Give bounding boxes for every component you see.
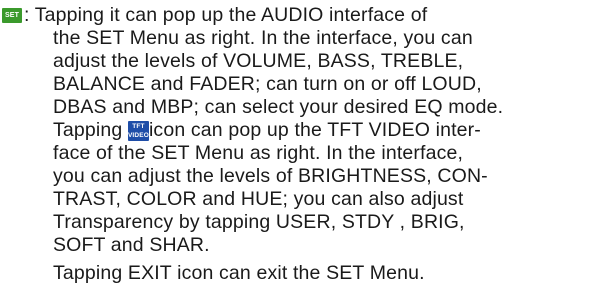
text-line-8: you can adjust the levels of BRIGHTNESS,… [53, 165, 488, 187]
text-line-5: DBAS and MBP; can select your desired EQ… [53, 96, 504, 118]
text-line-10: Transparency by tapping USER, STDY , BRI… [53, 211, 465, 233]
text-line-6: Tapping TFT VIDEO icon can pop up the TFT … [53, 119, 481, 142]
text-line-12: Tapping EXIT icon can exit the SET Menu. [53, 262, 425, 284]
manual-page: SET: Tapping it can pop up the AUDIO int… [0, 0, 608, 305]
tft-video-icon: TFT VIDEO [127, 120, 149, 141]
text-line-9: TRAST, COLOR and HUE; you can also adjus… [53, 188, 464, 210]
text-line-4: BALANCE and FADER; can turn on or off LO… [53, 73, 482, 95]
text-line-3: adjust the levels of VOLUME, BASS, TREBL… [53, 50, 464, 72]
text-line-2: the SET Menu as right. In the interface,… [53, 27, 473, 49]
line-6-text-after: icon can pop up the TFT VIDEO inter- [148, 119, 481, 141]
text-line-7: face of the SET Menu as right. In the in… [53, 142, 464, 164]
text-line-11: SOFT and SHAR. [53, 234, 210, 256]
line-6-text-before: Tapping [53, 119, 123, 141]
set-icon: SET [2, 8, 22, 24]
line-1-text: : Tapping it can pop up the AUDIO interf… [24, 4, 428, 26]
text-line-1: SET: Tapping it can pop up the AUDIO int… [2, 4, 427, 27]
